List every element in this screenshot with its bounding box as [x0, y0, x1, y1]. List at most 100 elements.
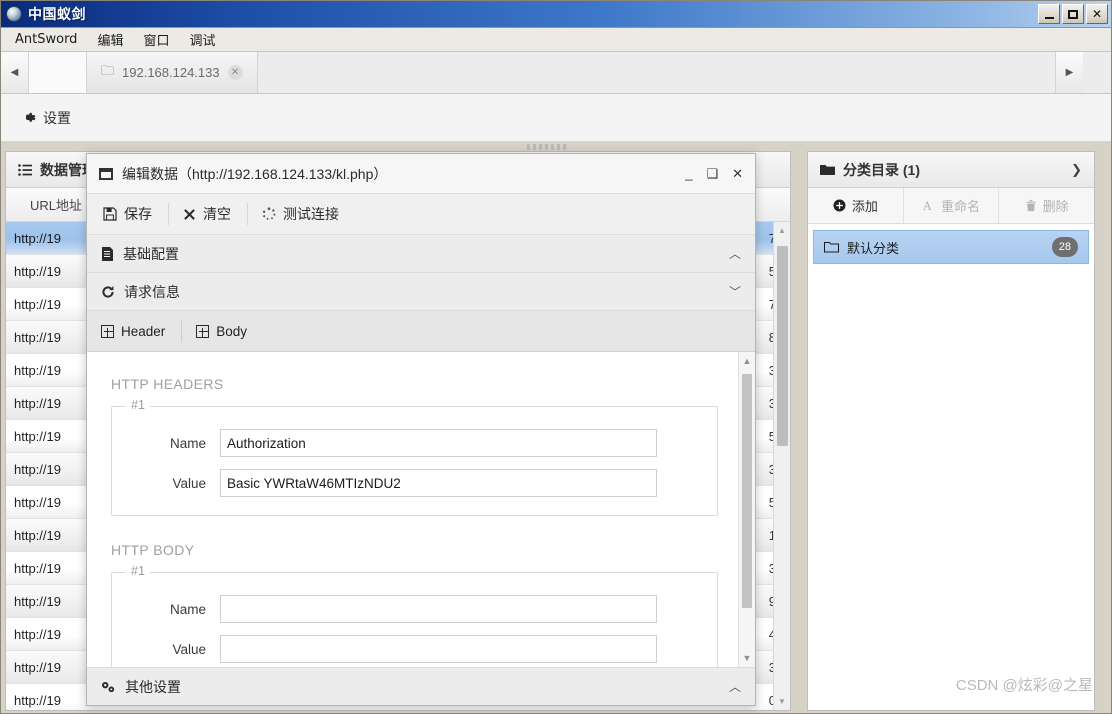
section-request-info[interactable]: 请求信息 ﹀	[87, 273, 755, 311]
dialog-drag-handle[interactable]	[527, 144, 567, 150]
body-entry-legend: #1	[126, 564, 150, 578]
add-body-button[interactable]: Body	[196, 320, 263, 342]
save-icon	[103, 207, 117, 221]
header-entry-legend: #1	[126, 398, 150, 412]
body-name-row: Name	[128, 595, 701, 623]
dialog-title: 编辑数据（http://192.168.124.133/kl.php）	[122, 165, 388, 182]
edit-data-dialog: 编辑数据（http://192.168.124.133/kl.php） _ ❑ …	[86, 153, 756, 706]
category-item-default[interactable]: 默认分类 28	[813, 230, 1089, 264]
scroll-down-icon[interactable]: ▼	[774, 693, 790, 710]
row-url: http://19	[14, 296, 61, 312]
category-toolbar: 添加 A 重命名 删除	[808, 188, 1094, 224]
add-body-label: Body	[216, 323, 248, 339]
body-value-label: Value	[172, 641, 206, 657]
minimize-button[interactable]	[1038, 4, 1060, 24]
menu-edit[interactable]: 编辑	[89, 27, 131, 52]
rename-category-label: 重命名	[941, 199, 981, 214]
section-request-info-label: 请求信息	[124, 283, 180, 300]
add-category-label: 添加	[851, 199, 878, 214]
header-name-input[interactable]: Authorization	[220, 429, 657, 457]
plus-box-icon	[101, 324, 114, 338]
dialog-scroll-area: HTTP HEADERS #1 Name Authorization Value…	[87, 352, 738, 667]
body-entry-1: #1 Name Value	[111, 564, 718, 667]
scroll-up-icon[interactable]: ▲	[739, 352, 755, 370]
dialog-titlebar[interactable]: 编辑数据（http://192.168.124.133/kl.php） _ ❑ …	[87, 154, 755, 194]
scroll-down-icon[interactable]: ▼	[739, 649, 755, 667]
menubar: AntSword 编辑 窗口 调试	[1, 28, 1111, 52]
menu-debug[interactable]: 调试	[181, 27, 223, 52]
add-field-bar: Header Body	[87, 311, 755, 352]
close-icon[interactable]: ✕	[227, 65, 243, 80]
chevron-down-icon[interactable]: ﹀	[729, 283, 741, 300]
test-connection-label: 测试连接	[283, 206, 339, 222]
http-body-title: HTTP BODY	[111, 542, 195, 558]
menu-window[interactable]: 窗口	[135, 27, 177, 52]
dialog-maximize-button[interactable]: ❑	[706, 166, 718, 182]
http-headers-title: HTTP HEADERS	[111, 376, 224, 392]
row-url: http://19	[14, 428, 61, 444]
body-name-label: Name	[169, 601, 206, 617]
settings-gears-icon	[101, 680, 116, 694]
clear-button[interactable]: 清空	[183, 203, 248, 225]
scroll-up-icon[interactable]: ▲	[774, 222, 790, 239]
test-connection-button[interactable]: 测试连接	[262, 203, 355, 225]
section-other-settings[interactable]: 其他设置 ︿	[87, 667, 755, 705]
folder-icon: 🗀	[101, 62, 115, 78]
dialog-scrollbar[interactable]: ▲ ▼	[738, 352, 755, 667]
plus-circle-icon	[833, 199, 846, 212]
rename-category-button[interactable]: A 重命名	[902, 188, 999, 223]
delete-category-label: 删除	[1042, 199, 1069, 214]
settings-label[interactable]: 设置	[43, 108, 71, 128]
tab-strip: ◀ 🗀 192.168.124.133 ✕ ▶	[1, 52, 1111, 94]
row-url: http://19	[14, 494, 61, 510]
row-url: http://19	[14, 461, 61, 477]
tab-scroll-left-button[interactable]: ◀	[1, 52, 29, 93]
chevron-right-icon: ▶	[1065, 67, 1074, 78]
chevron-up-icon[interactable]: ︿	[729, 678, 741, 695]
row-url: http://19	[14, 395, 61, 411]
add-category-button[interactable]: 添加	[808, 188, 903, 223]
save-button[interactable]: 保存	[103, 203, 169, 225]
save-label: 保存	[124, 206, 152, 222]
page-toolbar: 设置	[1, 94, 1111, 142]
body-value-input[interactable]	[220, 635, 657, 663]
category-item-label: 默认分类	[847, 240, 900, 256]
row-url: http://19	[14, 362, 61, 378]
dialog-close-button[interactable]: ✕	[732, 166, 743, 182]
header-value-input[interactable]: Basic YWRtaW46MTIzNDU2	[220, 469, 657, 497]
window-title: 中国蚁剑	[28, 6, 86, 22]
add-header-button[interactable]: Header	[101, 320, 183, 342]
row-url: http://19	[14, 560, 61, 576]
row-url: http://19	[14, 230, 61, 246]
other-settings-label: 其他设置	[125, 678, 181, 695]
list-scrollbar[interactable]: ▲ ▼	[773, 222, 790, 710]
menu-antsword[interactable]: AntSword	[7, 29, 85, 50]
dialog-minimize-button[interactable]: _	[685, 166, 692, 181]
category-panel: 分类目录 (1) ❯ 添加 A 重命名 删除 默认分类 28	[807, 151, 1095, 711]
category-title: 分类目录 (1)	[843, 161, 920, 178]
application-window: 中国蚁剑 ✕ AntSword 编辑 窗口 调试 ◀ 🗀 192.168.124…	[0, 0, 1112, 714]
body-name-input[interactable]	[220, 595, 657, 623]
tab-home[interactable]	[29, 52, 87, 93]
row-url: http://19	[14, 626, 61, 642]
close-button[interactable]: ✕	[1086, 4, 1108, 24]
chevron-left-icon: ◀	[10, 67, 19, 78]
gear-icon	[21, 110, 36, 125]
tab-192-168-124-133[interactable]: 🗀 192.168.124.133 ✕	[87, 52, 258, 93]
section-basic-config-label: 基础配置	[123, 245, 179, 262]
maximize-button[interactable]	[1062, 4, 1084, 24]
status-badge: 28	[1051, 237, 1078, 257]
tab-scroll-right-button[interactable]: ▶	[1055, 52, 1083, 93]
section-basic-config[interactable]: 基础配置 ︿	[87, 235, 755, 273]
folder-filled-icon	[820, 164, 835, 176]
window-controls: ✕	[1038, 4, 1108, 24]
chevron-up-icon[interactable]: ︿	[729, 245, 741, 262]
delete-category-button[interactable]: 删除	[998, 188, 1094, 223]
dialog-window-controls: _ ❑ ✕	[685, 166, 743, 182]
clear-x-icon	[183, 208, 196, 221]
text-a-icon: A	[922, 199, 935, 212]
chevron-right-icon[interactable]: ❯	[1071, 162, 1082, 178]
header-name-row: Name Authorization	[128, 429, 701, 457]
scrollbar-thumb[interactable]	[777, 246, 788, 446]
scrollbar-thumb[interactable]	[742, 374, 752, 608]
